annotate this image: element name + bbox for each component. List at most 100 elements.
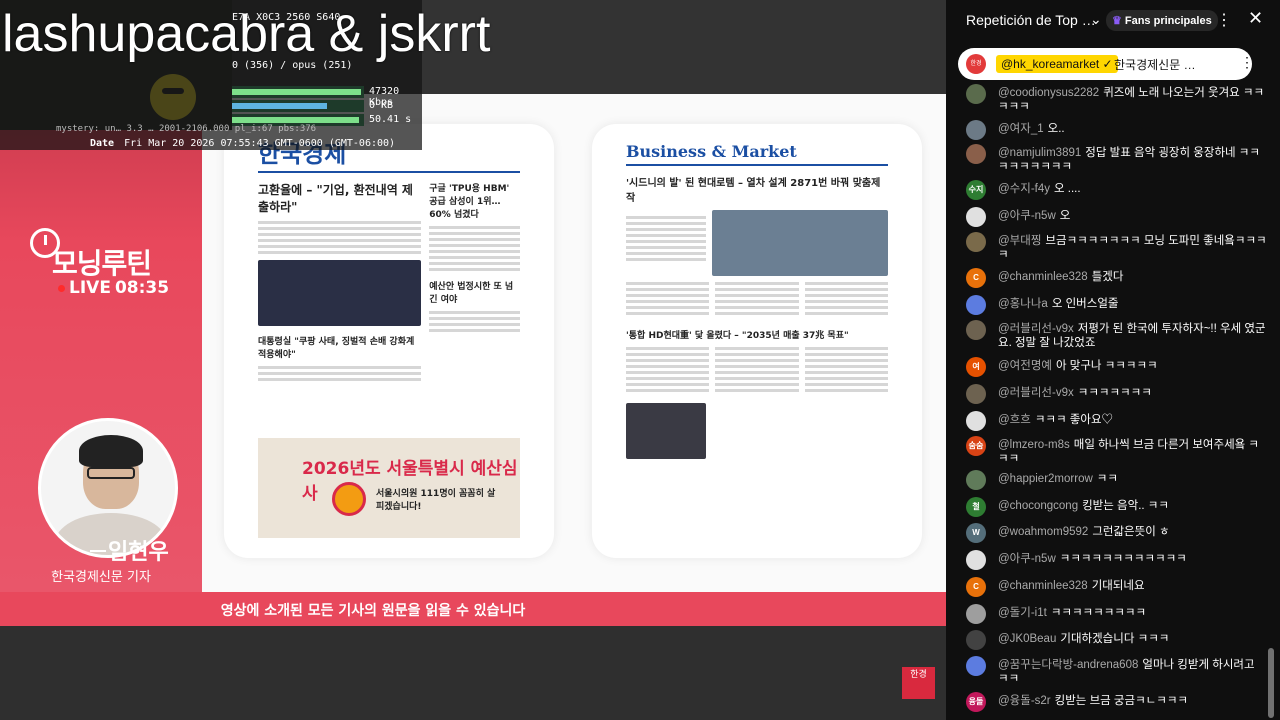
chat-avatar[interactable]: 숨숨 [966, 436, 986, 456]
stats-misc-line: mystery: un… 3.3 … 2001-2106.000 pl_i:67… [56, 124, 317, 134]
pinned-author[interactable]: @hk_koreamarket ✓ [996, 55, 1118, 73]
chat-author[interactable]: @돌기-i1t [998, 607, 1047, 619]
chat-author[interactable]: @아쿠-n5w [998, 210, 1056, 222]
show-logo: 모닝루틴 [52, 247, 152, 280]
chat-text: 기대하겠습니다 ㅋㅋㅋ [1060, 633, 1170, 645]
live-time: 08:35 [114, 278, 170, 298]
host-title: 한국경제신문 기자 [51, 570, 151, 585]
chat-text: 오 인버스얼줄 [1051, 298, 1119, 310]
chat-avatar[interactable]: W [966, 523, 986, 543]
chat-avatar[interactable]: C [966, 268, 986, 288]
chat-text: ㅋㅋㅋㅋㅋㅋㅋ [1077, 387, 1152, 399]
chevron-down-icon[interactable]: ⌄ [1090, 11, 1102, 28]
chat-author[interactable]: @수지-f4y [998, 183, 1050, 195]
buffer-graph [232, 100, 364, 112]
chat-avatar[interactable] [966, 120, 986, 140]
chat-avatar[interactable] [966, 144, 986, 164]
chat-author[interactable]: @융돌-s2r [998, 695, 1051, 707]
chat-author[interactable]: @꿈꾸는다락방-andrena608 [998, 659, 1138, 671]
chat-text: ㅋㅋㅋㅋㅋㅋㅋㅋㅋ [1050, 607, 1147, 619]
chat-avatar[interactable] [966, 84, 986, 104]
chat-text: 오.. [1047, 123, 1065, 135]
chat-author[interactable]: @아쿠-n5w [998, 553, 1056, 565]
chat-author[interactable]: @chanminlee328 [998, 580, 1088, 592]
chat-author[interactable]: @lmzero-m8s [998, 439, 1070, 451]
chat-avatar[interactable]: 수지 [966, 180, 986, 200]
close-icon[interactable]: ✕ [1248, 8, 1263, 29]
news-photo [258, 260, 422, 326]
chat-avatar[interactable] [966, 295, 986, 315]
chat-author[interactable]: @namjulim3891 [998, 147, 1081, 159]
chat-text: 킹받는 브금 궁금ㅋㄴㅋㅋㅋ [1054, 695, 1188, 707]
chat-avatar[interactable]: 융돌 [966, 692, 986, 712]
chat-author[interactable]: @chanminlee328 [998, 271, 1088, 283]
chat-avatar[interactable]: C [966, 577, 986, 597]
chat-avatar[interactable] [966, 604, 986, 624]
chat-avatar[interactable] [966, 656, 986, 676]
chat-author[interactable]: @홍나나a [998, 298, 1048, 310]
train-photo [712, 210, 888, 276]
chat-text: 틀겠다 [1091, 271, 1124, 283]
chat-text: ㅋㅋㅋㅋㅋㅋㅋㅋㅋㅋㅋㅋ [1059, 553, 1187, 565]
live-dot-icon [58, 284, 65, 292]
stats-date-label: Date [90, 138, 115, 149]
chat-avatar[interactable] [966, 232, 986, 252]
video-player[interactable]: 모닝루틴 LIVE 08:35 임현우 한국경제신문 기자 한국경제 고환율에 … [0, 0, 946, 720]
chat-text: 그런갋은뜻이 ㅎ [1092, 526, 1170, 538]
chat-avatar[interactable] [966, 320, 986, 340]
chat-text: 오 .... [1054, 183, 1081, 195]
chat-author[interactable]: @JK0Beau [998, 633, 1056, 645]
business-headline: '시드니의 발' 된 현대로템 – 열차 설계 2871번 바꿔 맞춤제작 [626, 178, 881, 204]
show-sidebar-panel: 모닝루틴 LIVE 08:35 임현우 한국경제신문 기자 [0, 94, 202, 592]
chat-author[interactable]: @chocongcong [998, 500, 1078, 512]
chat-author[interactable]: @흐흐 [998, 414, 1031, 426]
chat-avatar[interactable] [966, 630, 986, 650]
chat-avatar[interactable] [966, 550, 986, 570]
top-fans-button[interactable]: ♛ Fans principales [1106, 10, 1218, 31]
live-chat-panel: Repetición de Top … ⌄ ♛ Fans principales… [946, 0, 1280, 720]
newspaper-subheadline: 대통령실 "쿠팡 사태, 징벌적 손배 강화계 적용해야" [258, 337, 415, 360]
chat-author[interactable]: @여전명예 [998, 360, 1052, 372]
business-mid-headline: '통합 HD현대重' 닻 올렸다 – "2035년 매출 37兆 목표" [626, 331, 849, 341]
chat-avatar[interactable]: 철 [966, 497, 986, 517]
advertisement: 2026년도 서울특별시 예산심사 서울시의원 111명이 꼼꼼히 살피겠습니다… [258, 438, 520, 538]
stream-overlay-title: lashupacabra & jskrrt [2, 5, 491, 63]
pinned-message[interactable]: 한경 @hk_koreamarket ✓ 한국경제신문 … ⋮ [958, 48, 1254, 80]
chat-avatar[interactable] [966, 470, 986, 490]
chat-author[interactable]: @coodionysus2282 [998, 87, 1099, 99]
buffer-value: 0 KB [369, 100, 394, 111]
newspaper-business-page: Business & Market '시드니의 발' 된 현대로템 – 열차 설… [592, 124, 922, 558]
pinned-menu-icon[interactable]: ⋮ [1240, 54, 1254, 71]
chat-author[interactable]: @여자_1 [998, 123, 1044, 135]
chat-header: Repetición de Top … ⌄ ♛ Fans principales… [946, 0, 1280, 42]
chat-author[interactable]: @부대찡 [998, 235, 1041, 247]
chat-author[interactable]: @러블리선-v9x [998, 323, 1074, 335]
ad-subtitle: 서울시의원 111명이 꼼꼼히 살피겠습니다! [376, 489, 496, 512]
newspaper-side-headline: 구글 'TPU용 HBM' 공급 삼성이 1위…60% 넘겼다 [429, 184, 510, 220]
chat-title[interactable]: Repetición de Top … [966, 12, 1096, 28]
more-options-icon[interactable]: ⋮ [1216, 10, 1232, 30]
live-label: LIVE [69, 278, 111, 298]
top-fans-label: Fans principales [1124, 14, 1212, 27]
chat-scrollbar[interactable] [1268, 648, 1274, 718]
chat-author[interactable]: @happier2morrow [998, 473, 1093, 485]
business-masthead: Business & Market [626, 142, 888, 166]
chat-text: 오 [1059, 210, 1071, 222]
chat-avatar[interactable] [966, 207, 986, 227]
chat-avatar[interactable] [966, 411, 986, 431]
chat-text: ㅋㅋㅋ 좋아요♡ [1034, 414, 1114, 426]
chat-author[interactable]: @woahmom9592 [998, 526, 1088, 538]
chat-avatar[interactable] [966, 384, 986, 404]
chat-avatar[interactable]: 여 [966, 357, 986, 377]
newspaper-mid-headline: 예산안 법정시한 또 넘긴 여야 [429, 282, 514, 305]
host-name: 임현우 [108, 540, 169, 565]
video-bottom-band [0, 626, 946, 720]
chat-text: 킹받는 음악.. ㅋㅋ [1082, 500, 1169, 512]
bandwidth-graph [232, 86, 364, 98]
chat-text: 아 맞구나 ㅋㅋㅋㅋㅋ [1056, 360, 1158, 372]
newspaper-front-page: 한국경제 고환율에 – "기업, 환전내역 제출하라" 대통령실 "쿠팡 사태,… [224, 124, 554, 558]
pinned-text: 한국경제신문 … [1114, 58, 1196, 72]
ad-badge-icon [332, 482, 366, 516]
pinned-avatar: 한경 [966, 54, 986, 74]
chat-author[interactable]: @러블리선-v9x [998, 387, 1074, 399]
